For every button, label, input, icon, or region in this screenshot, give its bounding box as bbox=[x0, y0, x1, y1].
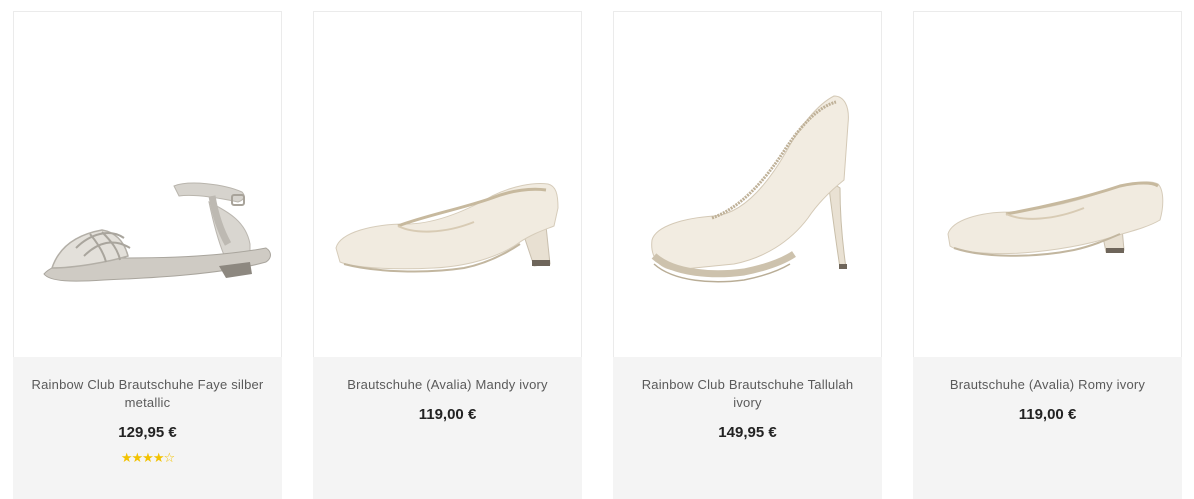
product-price: 129,95 € bbox=[118, 424, 177, 441]
ivory-block-heel-pump-icon bbox=[335, 183, 559, 273]
star-empty-icon: ☆ bbox=[163, 450, 175, 465]
product-price: 119,00 € bbox=[418, 406, 477, 423]
product-image[interactable] bbox=[914, 12, 1181, 357]
product-image[interactable] bbox=[614, 12, 881, 357]
product-card[interactable]: Rainbow Club Brautschuhe Faye silber met… bbox=[13, 11, 282, 499]
product-name[interactable]: Rainbow Club Brautschuhe Faye silber met… bbox=[27, 376, 268, 412]
product-image[interactable] bbox=[314, 12, 581, 357]
product-info: Rainbow Club Brautschuhe Faye silber met… bbox=[13, 357, 282, 499]
product-price: 119,00 € bbox=[1018, 406, 1077, 423]
star-filled-icon: ★ bbox=[120, 450, 133, 465]
product-grid: Rainbow Club Brautschuhe Faye silber met… bbox=[0, 0, 1194, 499]
product-image[interactable] bbox=[14, 12, 281, 357]
product-info: Brautschuhe (Avalia) Mandy ivory 119,00 … bbox=[313, 357, 582, 499]
product-name[interactable]: Rainbow Club Brautschuhe Tallulah ivory bbox=[627, 376, 868, 412]
product-card[interactable]: Brautschuhe (Avalia) Mandy ivory 119,00 … bbox=[313, 11, 582, 499]
star-filled-icon: ★ bbox=[142, 450, 154, 465]
ivory-stiletto-platform-pump-icon bbox=[651, 95, 849, 283]
product-info: Brautschuhe (Avalia) Romy ivory 119,00 € bbox=[913, 357, 1182, 499]
product-price: 149,95 € bbox=[718, 424, 777, 441]
star-filled-icon: ★ bbox=[131, 450, 144, 465]
product-card[interactable]: Rainbow Club Brautschuhe Tallulah ivory … bbox=[613, 11, 882, 499]
silver-flat-sandal-icon bbox=[43, 182, 271, 282]
product-name[interactable]: Brautschuhe (Avalia) Mandy ivory bbox=[327, 376, 568, 394]
product-info: Rainbow Club Brautschuhe Tallulah ivory … bbox=[613, 357, 882, 499]
product-name[interactable]: Brautschuhe (Avalia) Romy ivory bbox=[927, 376, 1168, 394]
star-rating: ★★★★☆ bbox=[13, 451, 282, 465]
product-card[interactable]: Brautschuhe (Avalia) Romy ivory 119,00 € bbox=[913, 11, 1182, 499]
star-filled-icon: ★ bbox=[152, 450, 165, 465]
ivory-low-heel-pump-icon bbox=[947, 181, 1164, 257]
